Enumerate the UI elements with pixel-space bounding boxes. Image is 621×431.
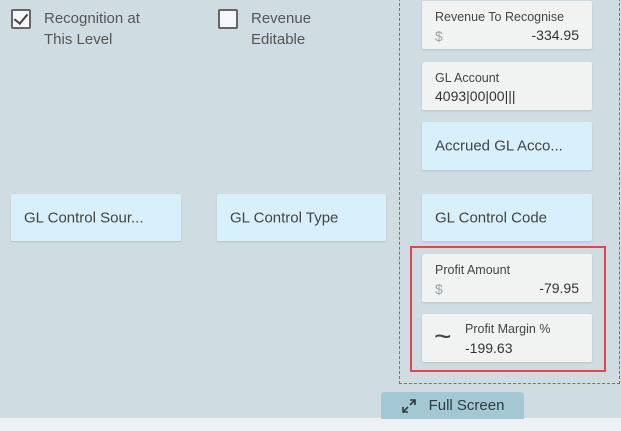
field-label: Accrued GL Acco... xyxy=(435,137,563,155)
field-label: Profit Margin % xyxy=(465,322,551,336)
checkbox-unchecked[interactable] xyxy=(218,9,238,29)
gl-account-field[interactable]: GL Account 4093|00|00||| xyxy=(422,62,592,110)
revenue-editable-checkbox[interactable]: Revenue Editable xyxy=(218,8,311,50)
revenue-to-recognise-field[interactable]: Revenue To Recognise $ -334.95 xyxy=(422,1,592,49)
field-label: Profit Amount xyxy=(435,263,511,277)
field-label: GL Control Sour... xyxy=(24,209,144,226)
gl-control-source-field[interactable]: GL Control Sour... xyxy=(11,194,181,241)
full-screen-button[interactable]: Full Screen xyxy=(381,392,524,419)
recognition-at-level-checkbox[interactable]: Recognition at This Level xyxy=(11,8,140,50)
form-panel: Recognition at This Level Revenue Editab… xyxy=(0,0,621,431)
checkbox-label: Revenue Editable xyxy=(251,10,312,48)
field-label: Revenue To Recognise xyxy=(435,10,565,24)
full-screen-label: Full Screen xyxy=(428,397,505,414)
currency-symbol: $ xyxy=(435,28,443,44)
field-value: -199.63 xyxy=(465,340,513,356)
profit-margin-field[interactable]: ~ Profit Margin % -199.63 xyxy=(422,314,592,362)
gl-control-code-field[interactable]: GL Control Code xyxy=(422,194,592,241)
field-value: -79.95 xyxy=(539,280,579,296)
bottom-bar xyxy=(0,417,621,431)
profit-amount-field[interactable]: Profit Amount $ -79.95 xyxy=(422,254,592,302)
currency-symbol: $ xyxy=(435,281,443,297)
expand-icon xyxy=(401,398,416,413)
field-label: GL Control Type xyxy=(230,209,339,226)
gl-control-type-field[interactable]: GL Control Type xyxy=(217,194,386,241)
field-value: -334.95 xyxy=(531,27,579,43)
checkbox-label: Recognition at This Level xyxy=(44,10,140,48)
field-label: GL Account xyxy=(435,71,500,85)
approx-icon: ~ xyxy=(434,320,452,353)
checkbox-checked[interactable] xyxy=(11,9,31,29)
checkmark-icon xyxy=(13,9,29,26)
accrued-gl-account-field[interactable]: Accrued GL Acco... xyxy=(422,122,592,170)
field-label: GL Control Code xyxy=(435,209,548,226)
field-value: 4093|00|00||| xyxy=(435,88,516,104)
